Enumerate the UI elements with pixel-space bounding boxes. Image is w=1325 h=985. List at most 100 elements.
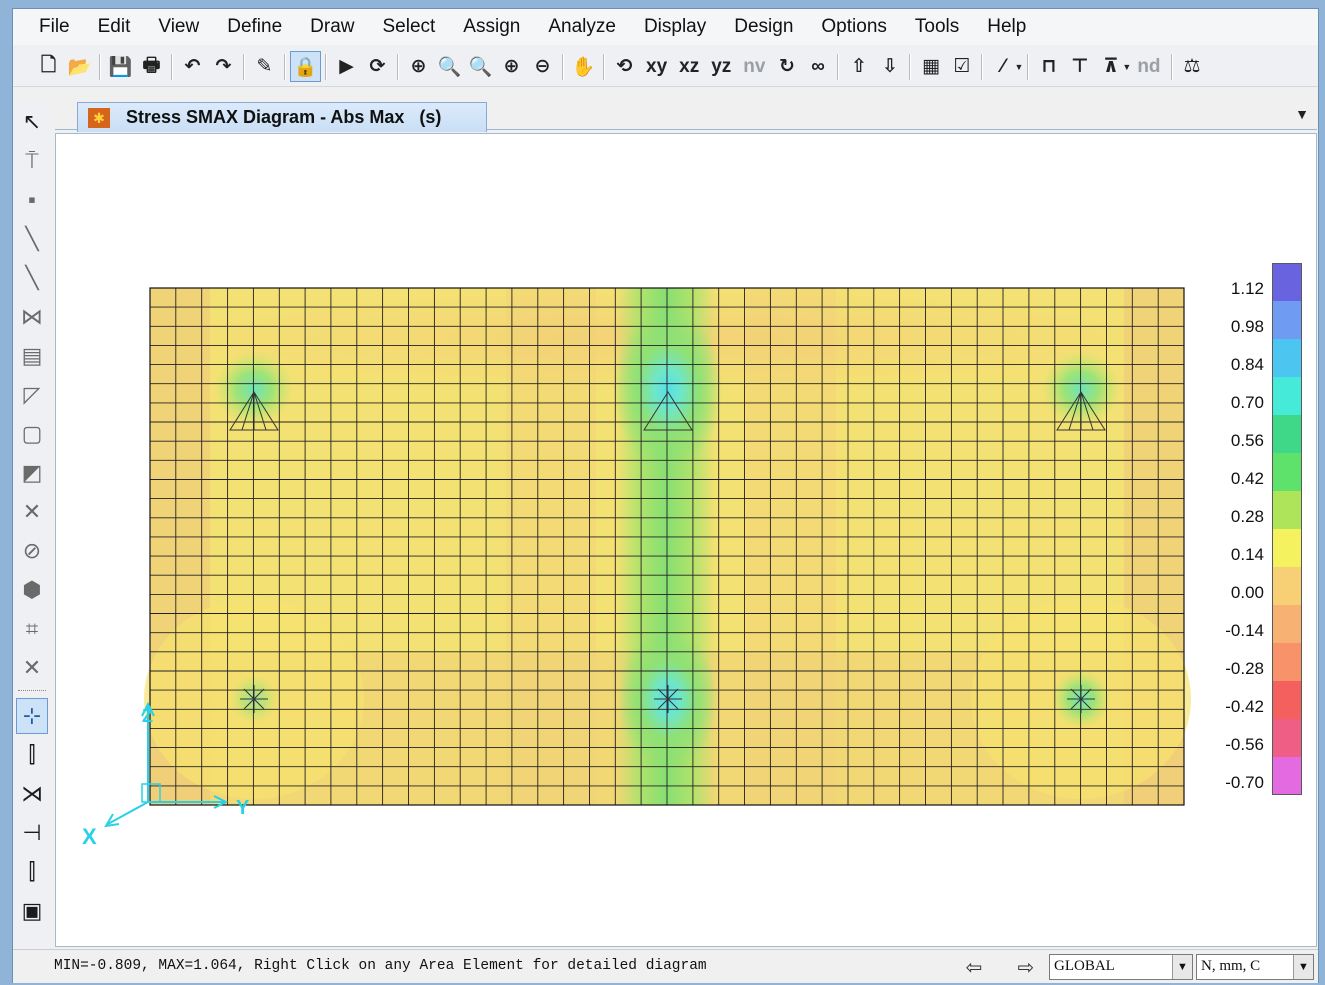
draw-tendon-icon[interactable]: ⊘: [16, 533, 48, 569]
pan-hand-icon[interactable]: ✋: [568, 51, 599, 82]
menu-edit[interactable]: Edit: [84, 12, 145, 42]
y-axis-label: Y: [236, 797, 250, 819]
open-file-icon[interactable]: 📂: [64, 51, 95, 82]
zoom-restore-icon[interactable]: 🔍: [434, 51, 465, 82]
view-yz-button[interactable]: yz: [705, 51, 737, 82]
chevron-down-icon[interactable]: ▼: [1172, 955, 1192, 979]
quick-draw-area-icon[interactable]: ◩: [16, 455, 48, 491]
rotate-view-icon[interactable]: ↻: [771, 51, 802, 82]
redo-icon[interactable]: ↷: [208, 51, 239, 82]
menu-select[interactable]: Select: [368, 12, 449, 42]
legend-color-segment: [1272, 757, 1302, 795]
units-select[interactable]: N, mm, C ▼: [1196, 954, 1314, 980]
snap-joints-icon[interactable]: ⊹: [16, 698, 48, 734]
draw-joint-icon[interactable]: ▪: [16, 182, 48, 218]
legend-color-segment: [1272, 491, 1302, 529]
quick-draw-frame-icon[interactable]: ╲: [16, 260, 48, 296]
menu-file[interactable]: File: [29, 12, 84, 42]
print-icon[interactable]: 🖶: [136, 51, 167, 82]
draw-section-cut-icon[interactable]: ⌗: [16, 611, 48, 647]
3d-view-icon[interactable]: ⟲: [609, 51, 640, 82]
restraint-symbol[interactable]: [240, 685, 268, 713]
check-box-icon[interactable]: ☑: [946, 51, 977, 82]
view-nv-button[interactable]: nv: [737, 51, 771, 82]
draw-secondary-beams-icon[interactable]: ▤: [16, 338, 48, 374]
menu-options[interactable]: Options: [807, 12, 900, 42]
toolbar-separator: [837, 53, 840, 80]
view-xy-button[interactable]: xy: [640, 51, 673, 82]
tab-title: Stress SMAX Diagram - Abs Max (s): [126, 107, 442, 127]
draw-rect-area-icon[interactable]: ▢: [16, 416, 48, 452]
menu-analyze[interactable]: Analyze: [534, 12, 630, 42]
zoom-out-icon[interactable]: ⊖: [527, 51, 558, 82]
draw-solid-icon[interactable]: ⬢: [16, 572, 48, 608]
new-file-icon[interactable]: 🗋: [33, 51, 64, 82]
menu-view[interactable]: View: [144, 12, 213, 42]
model-viewport[interactable]: Z Y X 1.12 0.98 0.84 0.70 0.56 0.42 0.28 0.14 0.…: [55, 133, 1317, 947]
x-axis-label: X: [82, 824, 97, 849]
menu-help[interactable]: Help: [973, 12, 1040, 42]
reshape-icon[interactable]: ⍑: [16, 143, 48, 179]
coordinate-system-select[interactable]: GLOBAL ▼: [1049, 954, 1193, 980]
legend-label: 0.42: [1230, 469, 1264, 488]
zoom-in-icon[interactable]: ⊕: [496, 51, 527, 82]
draw-braces-icon[interactable]: ⋈: [16, 299, 48, 335]
run-analysis-icon[interactable]: ▶: [331, 51, 362, 82]
snap-fine-grid-icon[interactable]: ▣: [16, 893, 48, 929]
view-nd-button[interactable]: nd: [1131, 51, 1166, 82]
legend-label: 0.98: [1230, 317, 1264, 336]
chevron-down-icon[interactable]: ▼: [1122, 62, 1131, 72]
menu-display[interactable]: Display: [630, 12, 720, 42]
menu-design[interactable]: Design: [720, 12, 807, 42]
restraint-symbol[interactable]: [1067, 685, 1095, 713]
menu-draw[interactable]: Draw: [296, 12, 368, 42]
legend-label: -0.28: [1225, 659, 1264, 678]
legend-label: -0.14: [1225, 621, 1264, 640]
menu-define[interactable]: Define: [213, 12, 296, 42]
chevron-down-icon[interactable]: ▼: [1295, 106, 1309, 122]
legend-label: 0.84: [1230, 355, 1264, 374]
coordinate-system-value: GLOBAL: [1054, 958, 1115, 974]
snap-perpendicular-icon[interactable]: ⊣: [16, 815, 48, 851]
menu-bar: File Edit View Define Draw Select Assign…: [13, 9, 1318, 45]
perspective-icon[interactable]: ∞: [802, 51, 833, 82]
toolbar-separator: [243, 53, 245, 80]
menu-assign[interactable]: Assign: [449, 12, 534, 42]
draw-dimension-icon[interactable]: ✕: [16, 650, 48, 686]
tab-stress-diagram[interactable]: ✱ Stress SMAX Diagram - Abs Max (s): [77, 102, 487, 132]
slab-contour[interactable]: [144, 287, 1191, 806]
legend-color-segment: [1272, 263, 1302, 301]
legend-label: 0.56: [1230, 431, 1264, 450]
pencil-icon[interactable]: ✎: [249, 51, 280, 82]
lock-icon[interactable]: 🔒: [290, 51, 321, 82]
arrow-right-icon[interactable]: ⇨: [1009, 955, 1043, 979]
snap-lines-icon[interactable]: ⫿: [16, 737, 48, 773]
frame-icon[interactable]: ⊓: [1033, 51, 1064, 82]
refresh-icon[interactable]: ⟳: [362, 51, 393, 82]
restraint-symbol[interactable]: [654, 685, 682, 713]
pointer-icon[interactable]: ↖: [16, 104, 48, 140]
joint-restraints-icon[interactable]: ⊤: [1064, 51, 1095, 82]
snap-lines-edges-icon[interactable]: ⫿: [16, 854, 48, 890]
zoom-full-icon[interactable]: 🔍: [465, 51, 496, 82]
view-xz-button[interactable]: xz: [673, 51, 705, 82]
snap-intersections-icon[interactable]: ⋊: [16, 776, 48, 812]
arrow-left-icon[interactable]: ⇦: [957, 955, 991, 979]
chevron-down-icon[interactable]: ▼: [1293, 955, 1313, 979]
zoom-window-icon[interactable]: ⊕: [403, 51, 434, 82]
menu-tools[interactable]: Tools: [901, 12, 973, 42]
draw-poly-area-icon[interactable]: ◸: [16, 377, 48, 413]
show-results-icon[interactable]: ⚖: [1177, 51, 1208, 82]
set-display-options-icon[interactable]: ▦: [915, 51, 946, 82]
move-down-icon[interactable]: ⇩: [874, 51, 905, 82]
chevron-down-icon[interactable]: ▼: [1014, 62, 1023, 72]
move-up-icon[interactable]: ⇧: [843, 51, 874, 82]
undo-icon[interactable]: ↶: [177, 51, 208, 82]
draw-frame-icon[interactable]: ╲: [16, 221, 48, 257]
save-icon[interactable]: 💾: [105, 51, 136, 82]
legend-label: 0.14: [1230, 545, 1264, 564]
units-value: N, mm, C: [1201, 958, 1261, 974]
toolbar-separator: [99, 53, 101, 80]
draw-link-icon[interactable]: ✕: [16, 494, 48, 530]
toolbar-separator: [325, 53, 327, 80]
